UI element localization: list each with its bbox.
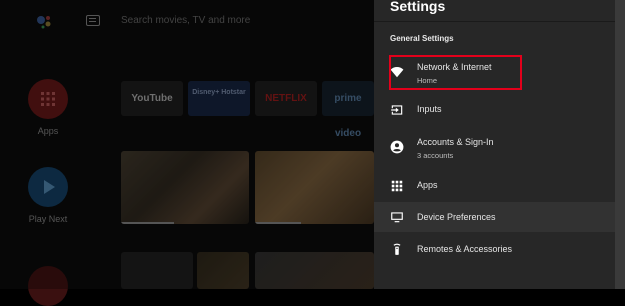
- remotes-label: Remotes & Accessories: [417, 244, 513, 254]
- home-top-bar: Search movies, TV and more: [0, 0, 374, 44]
- app-card-prime-video[interactable]: prime video: [322, 81, 374, 139]
- rail-apps[interactable]: Apps: [24, 79, 72, 136]
- settings-title: Settings: [390, 0, 446, 14]
- settings-item-inputs[interactable]: Inputs: [374, 96, 615, 124]
- content-thumbnail[interactable]: [255, 252, 374, 289]
- apps-rail-icon: [28, 79, 68, 119]
- keyboard-icon[interactable]: [86, 15, 100, 26]
- accounts-sub: 3 accounts: [417, 151, 454, 160]
- rail-apps-label: Apps: [37, 126, 59, 136]
- accounts-label: Accounts & Sign-In: [417, 137, 494, 147]
- app-card-netflix-label: NETFLIX: [265, 93, 307, 104]
- play-next-rail-icon: [28, 167, 68, 207]
- watch-progress-bar: [121, 222, 174, 224]
- inputs-label: Inputs: [417, 104, 442, 114]
- settings-panel: Settings General Settings Network & Inte…: [374, 0, 615, 289]
- app-card-prime-label: prime video: [334, 93, 362, 139]
- account-icon: [390, 140, 404, 154]
- content-thumbnail[interactable]: [255, 151, 374, 224]
- rail-netflix[interactable]: [24, 266, 72, 306]
- settings-item-device-preferences[interactable]: Device Preferences: [374, 202, 615, 232]
- watch-progress-bar: [255, 222, 301, 224]
- settings-item-remotes[interactable]: Remotes & Accessories: [374, 236, 615, 264]
- panel-scroll-edge: [615, 0, 625, 289]
- focus-highlight-box: [389, 55, 522, 90]
- remote-icon: [393, 243, 401, 255]
- general-settings-header: General Settings: [390, 34, 454, 43]
- app-card-disney-hotstar[interactable]: Disney+ Hotstar: [188, 81, 250, 116]
- rail-play-next[interactable]: Play Next: [24, 167, 72, 224]
- title-divider: [374, 21, 615, 22]
- app-card-netflix[interactable]: NETFLIX: [255, 81, 317, 116]
- content-thumbnail[interactable]: [121, 151, 249, 224]
- apps-grid-icon: [391, 180, 403, 192]
- app-card-youtube[interactable]: YouTube: [121, 81, 183, 116]
- google-assistant-icon[interactable]: [34, 12, 54, 32]
- apps-label: Apps: [417, 180, 438, 190]
- search-placeholder[interactable]: Search movies, TV and more: [121, 15, 250, 26]
- app-card-youtube-label: YouTube: [131, 93, 173, 104]
- content-thumbnail[interactable]: [197, 252, 249, 289]
- settings-item-accounts[interactable]: Accounts & Sign-In 3 accounts: [374, 132, 615, 164]
- app-card-disney-label: Disney+ Hotstar: [192, 89, 246, 96]
- device-preferences-label: Device Preferences: [417, 212, 496, 222]
- content-thumbnail[interactable]: [121, 252, 193, 289]
- settings-item-apps[interactable]: Apps: [374, 172, 615, 200]
- netflix-rail-icon: [28, 266, 68, 306]
- tv-icon: [391, 212, 403, 223]
- rail-play-next-label: Play Next: [28, 214, 68, 224]
- input-icon: [391, 105, 403, 115]
